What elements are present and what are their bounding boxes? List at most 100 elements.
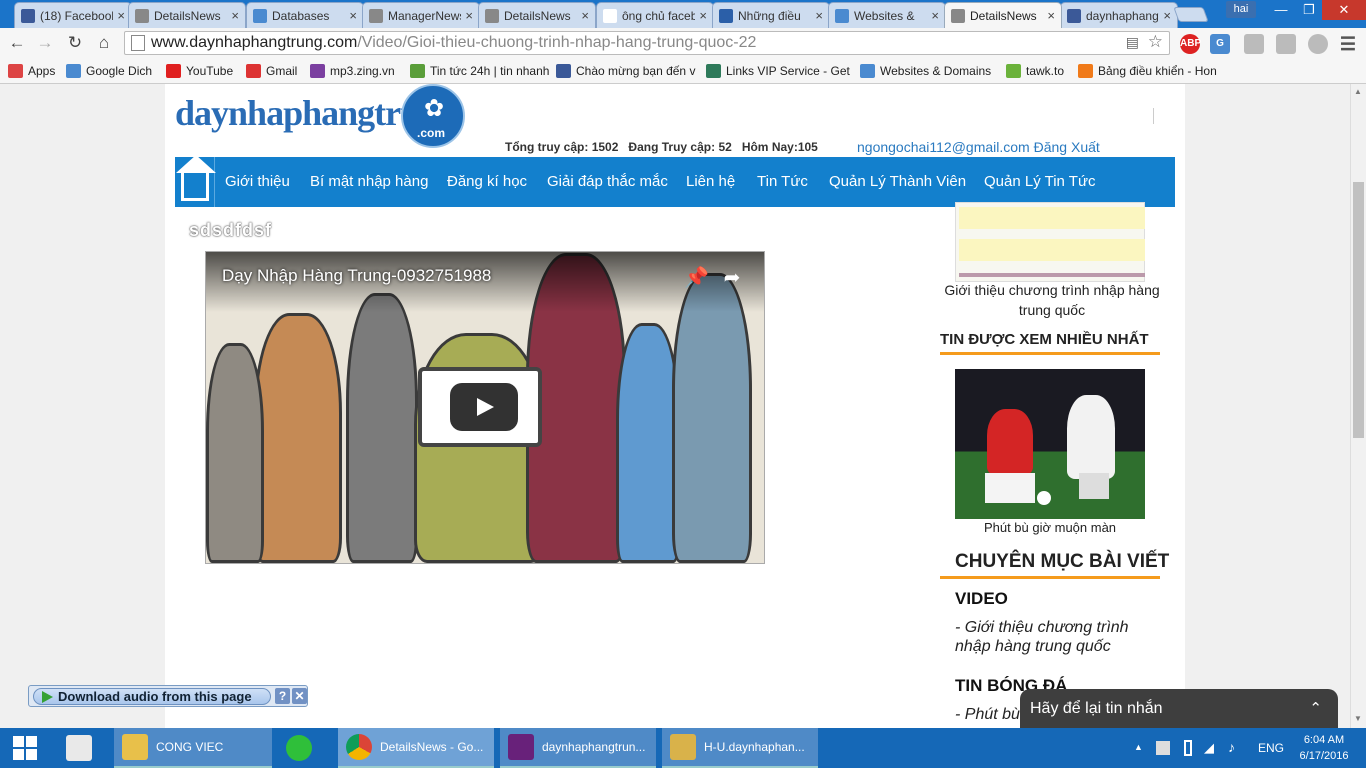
scrollbar-thumb[interactable]: [1353, 182, 1364, 438]
bookmark-item[interactable]: Google Dich: [66, 62, 160, 80]
url-host: www.daynhaphangtrung.com: [151, 34, 358, 51]
address-bar[interactable]: www.daynhaphangtrung.com/Video/Gioi-thie…: [124, 31, 1170, 55]
share-icon[interactable]: ➦: [720, 266, 744, 290]
bookmark-star-icon[interactable]: ☆: [1148, 32, 1163, 52]
cloud-icon: [706, 64, 721, 78]
browser-tab[interactable]: Websites & ×: [828, 2, 946, 28]
menu-item[interactable]: Bí mật nhập hàng: [310, 157, 428, 207]
taskbar-folder[interactable]: CONG VIEC: [114, 728, 272, 768]
maximize-icon[interactable]: ❐: [1296, 0, 1322, 20]
tray-chevron-icon[interactable]: ▲: [1134, 742, 1143, 752]
chrome-menu-icon[interactable]: ☰: [1338, 34, 1358, 54]
page-scrollbar[interactable]: ▲ ▼: [1350, 84, 1366, 728]
google-translate-ext-icon[interactable]: G: [1210, 34, 1230, 54]
forward-icon[interactable]: →: [34, 32, 56, 54]
close-tab-icon[interactable]: ×: [465, 8, 473, 23]
pin-icon[interactable]: 📌: [684, 266, 709, 290]
help-icon[interactable]: ?: [275, 688, 290, 704]
account-email-link[interactable]: ngongochai112@gmail.com: [857, 139, 1030, 155]
bookmark-item[interactable]: tawk.to: [1006, 62, 1070, 80]
system-clock[interactable]: 6:04 AM 6/17/2016: [1288, 732, 1360, 764]
user-profile-button[interactable]: hai: [1226, 1, 1256, 18]
close-tab-icon[interactable]: ×: [931, 8, 939, 23]
browser-tab[interactable]: ông chủ facebook ×: [596, 2, 714, 28]
browser-tab[interactable]: ManagerNews ×: [362, 2, 480, 28]
home-icon[interactable]: ⌂: [93, 32, 115, 54]
line-icon: [286, 735, 312, 761]
minimize-icon[interactable]: —: [1266, 0, 1296, 20]
taskbar-visual-studio[interactable]: daynhaphangtrun...: [500, 728, 656, 768]
bookmark-item[interactable]: Apps: [8, 62, 60, 80]
close-tab-icon[interactable]: ×: [117, 8, 125, 23]
scroll-up-icon[interactable]: ▲: [1354, 87, 1362, 96]
zing-icon: [719, 8, 733, 23]
browser-tab[interactable]: DetailsNews ×: [944, 2, 1062, 28]
scroll-down-icon[interactable]: ▼: [1354, 714, 1362, 723]
extension-icon[interactable]: [1308, 34, 1328, 54]
close-tab-icon[interactable]: ×: [699, 8, 707, 23]
browser-tab[interactable]: (18) Facebook ×: [14, 2, 132, 28]
browser-tab[interactable]: DetailsNews ×: [478, 2, 596, 28]
bookmark-item[interactable]: Tin tức 24h | tin nhanh: [410, 62, 550, 80]
logout-link[interactable]: Đăng Xuất: [1034, 139, 1100, 155]
close-tab-icon[interactable]: ×: [815, 8, 823, 23]
close-window-icon[interactable]: ✕: [1322, 0, 1366, 20]
sidebar-thumb-caption[interactable]: Giới thiệu chương trình nhập hàng trung …: [940, 280, 1164, 320]
language-indicator[interactable]: ENG: [1258, 741, 1284, 755]
bookmark-item[interactable]: mp3.zing.vn: [310, 62, 404, 80]
bookmark-item[interactable]: Bảng điều khiển - Hon: [1078, 62, 1218, 80]
category-video[interactable]: VIDEO: [955, 589, 1008, 609]
menu-item[interactable]: Giải đáp thắc mắc: [547, 157, 668, 207]
close-tab-icon[interactable]: ×: [581, 8, 589, 23]
close-tab-icon[interactable]: ×: [1047, 8, 1055, 23]
folder-icon: [122, 734, 148, 760]
bookmark-item[interactable]: Links VIP Service - Get: [706, 62, 854, 80]
extension-icon[interactable]: [1244, 34, 1264, 54]
browser-tab[interactable]: daynhaphangtrung ×: [1060, 2, 1178, 28]
wifi-icon[interactable]: ◢: [1204, 740, 1214, 756]
close-tab-icon[interactable]: ×: [231, 8, 239, 23]
menu-item[interactable]: Giới thiệu: [225, 157, 290, 207]
video-title[interactable]: Dạy Nhập Hàng Trung-0932751988: [222, 266, 491, 286]
menu-item[interactable]: Quản Lý Tin Tức: [984, 157, 1095, 207]
browser-tab[interactable]: Databases ×: [246, 2, 364, 28]
play-icon[interactable]: [450, 383, 518, 431]
video-player[interactable]: Dạy Nhập Hàng Trung-0932751988 📌 ➦: [205, 251, 765, 564]
taskbar-snipping[interactable]: [58, 728, 108, 768]
bookmark-item[interactable]: Gmail: [246, 62, 304, 80]
adblock-icon[interactable]: ABP: [1180, 34, 1201, 54]
taskbar-line[interactable]: [278, 728, 332, 768]
bookmark-item[interactable]: Chào mừng bạn đến v: [556, 62, 700, 80]
reload-icon[interactable]: ↻: [64, 32, 86, 54]
download-audio-button[interactable]: Download audio from this page: [33, 688, 271, 705]
back-icon[interactable]: ←: [6, 32, 28, 54]
browser-tab[interactable]: Những điều ×: [712, 2, 830, 28]
drive-icon[interactable]: [1276, 34, 1296, 54]
home-menu-button[interactable]: [175, 155, 216, 207]
battery-icon[interactable]: [1184, 740, 1192, 756]
chat-widget[interactable]: Hãy để lại tin nhắn ⌃: [1020, 689, 1338, 728]
chevron-up-icon[interactable]: ⌃: [1309, 689, 1322, 728]
news-caption[interactable]: Phút bù giờ muộn màn: [955, 520, 1145, 535]
close-icon[interactable]: ✕: [292, 688, 307, 704]
volume-icon[interactable]: ♪: [1228, 739, 1235, 755]
bookmark-item[interactable]: YouTube: [166, 62, 240, 80]
translate-icon[interactable]: ▤: [1126, 34, 1139, 51]
menu-item[interactable]: Liên hệ: [686, 157, 735, 207]
browser-tab[interactable]: DetailsNews ×: [128, 2, 246, 28]
network-error-icon[interactable]: [1156, 741, 1170, 755]
category-item[interactable]: - Giới thiệu chương trình nhập hàng trun…: [955, 618, 1155, 656]
close-tab-icon[interactable]: ×: [349, 8, 357, 23]
new-tab-button[interactable]: [1173, 7, 1209, 22]
bookmark-item[interactable]: Websites & Domains: [860, 62, 998, 80]
menu-item[interactable]: Quản Lý Thành Viên: [829, 157, 966, 207]
news-image[interactable]: [955, 369, 1145, 519]
taskbar-chrome[interactable]: DetailsNews - Go...: [338, 728, 494, 768]
taskbar-ftp[interactable]: H-U.daynhaphan...: [662, 728, 818, 768]
video-figure: [346, 293, 418, 563]
menu-item[interactable]: Đăng kí học: [447, 157, 527, 207]
close-tab-icon[interactable]: ×: [1163, 8, 1171, 23]
start-button[interactable]: [0, 728, 50, 768]
menu-item[interactable]: Tin Tức: [757, 157, 808, 207]
sidebar-video-thumbnail[interactable]: [955, 202, 1145, 282]
